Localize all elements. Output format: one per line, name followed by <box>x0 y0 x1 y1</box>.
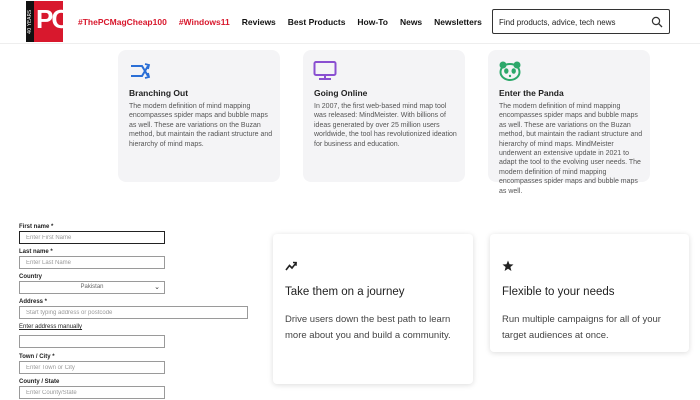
address-label: Address * <box>19 299 48 305</box>
town-field[interactable] <box>19 361 165 374</box>
branch-arrows-icon <box>131 63 151 79</box>
feature-title: Enter the Panda <box>499 88 564 98</box>
feature-text: In 2007, the first web-based mind map to… <box>314 103 457 148</box>
nav-link-windows11[interactable]: #Windows11 <box>179 17 230 27</box>
search-icon[interactable] <box>651 16 663 28</box>
country-label: Country <box>19 274 42 280</box>
pcmag-logo[interactable]: 40 YEARS PC <box>26 1 70 42</box>
feature-card-panda: Enter the Panda The modern definition of… <box>488 50 650 195</box>
feature-text: The modern definition of mind mapping en… <box>499 103 643 195</box>
first-name-label: First name * <box>19 224 54 230</box>
main-nav: #ThePCMagCheap100 #Windows11 Reviews Bes… <box>78 17 482 27</box>
country-select[interactable]: Pakistan ⌄ <box>19 281 165 294</box>
first-name-field[interactable] <box>19 231 165 244</box>
nav-link-cheap100[interactable]: #ThePCMagCheap100 <box>78 17 167 27</box>
nav-link-newsletters[interactable]: Newsletters <box>434 17 482 27</box>
card-text: Run multiple campaigns for all of your t… <box>502 314 661 341</box>
town-label: Town / City * <box>19 354 55 360</box>
country-value: Pakistan <box>80 284 104 290</box>
chevron-down-icon: ⌄ <box>154 284 160 291</box>
last-name-label: Last name * <box>19 249 53 255</box>
logo-text: PC <box>36 4 70 34</box>
search-input[interactable] <box>499 15 649 29</box>
flexible-card: Flexible to your needs Run multiple camp… <box>490 234 689 352</box>
address-field[interactable] <box>19 306 248 319</box>
trend-arrow-icon <box>285 261 297 271</box>
county-field[interactable] <box>19 386 165 399</box>
journey-card: Take them on a journey Drive users down … <box>273 234 473 384</box>
feature-title: Going Online <box>314 88 368 98</box>
nav-link-best-products[interactable]: Best Products <box>288 17 346 27</box>
county-label: County / State <box>19 379 60 385</box>
last-name-field[interactable] <box>19 256 165 269</box>
card-title: Take them on a journey <box>285 286 405 298</box>
feature-card-branching: Branching Out The modern definition of m… <box>118 50 280 182</box>
nav-link-how-to[interactable]: How-To <box>357 17 388 27</box>
feature-text: The modern definition of mind mapping en… <box>129 103 273 148</box>
star-icon <box>502 260 514 271</box>
card-text: Drive users down the best path to learn … <box>285 314 451 341</box>
enter-address-manually-link[interactable]: Enter address manually <box>19 324 82 330</box>
feature-title: Branching Out <box>129 88 189 98</box>
search-box <box>492 9 670 34</box>
nav-link-reviews[interactable]: Reviews <box>242 17 276 27</box>
monitor-icon <box>313 61 337 80</box>
site-header: 40 YEARS PC #ThePCMagCheap100 #Windows11… <box>0 0 700 44</box>
feature-card-online: Going Online In 2007, the first web-base… <box>303 50 465 182</box>
nav-link-news[interactable]: News <box>400 17 422 27</box>
card-title: Flexible to your needs <box>502 286 615 298</box>
manual-address-field[interactable] <box>19 335 165 348</box>
logo-anniversary-text: 40 YEARS <box>26 1 34 42</box>
panda-icon <box>499 61 521 81</box>
